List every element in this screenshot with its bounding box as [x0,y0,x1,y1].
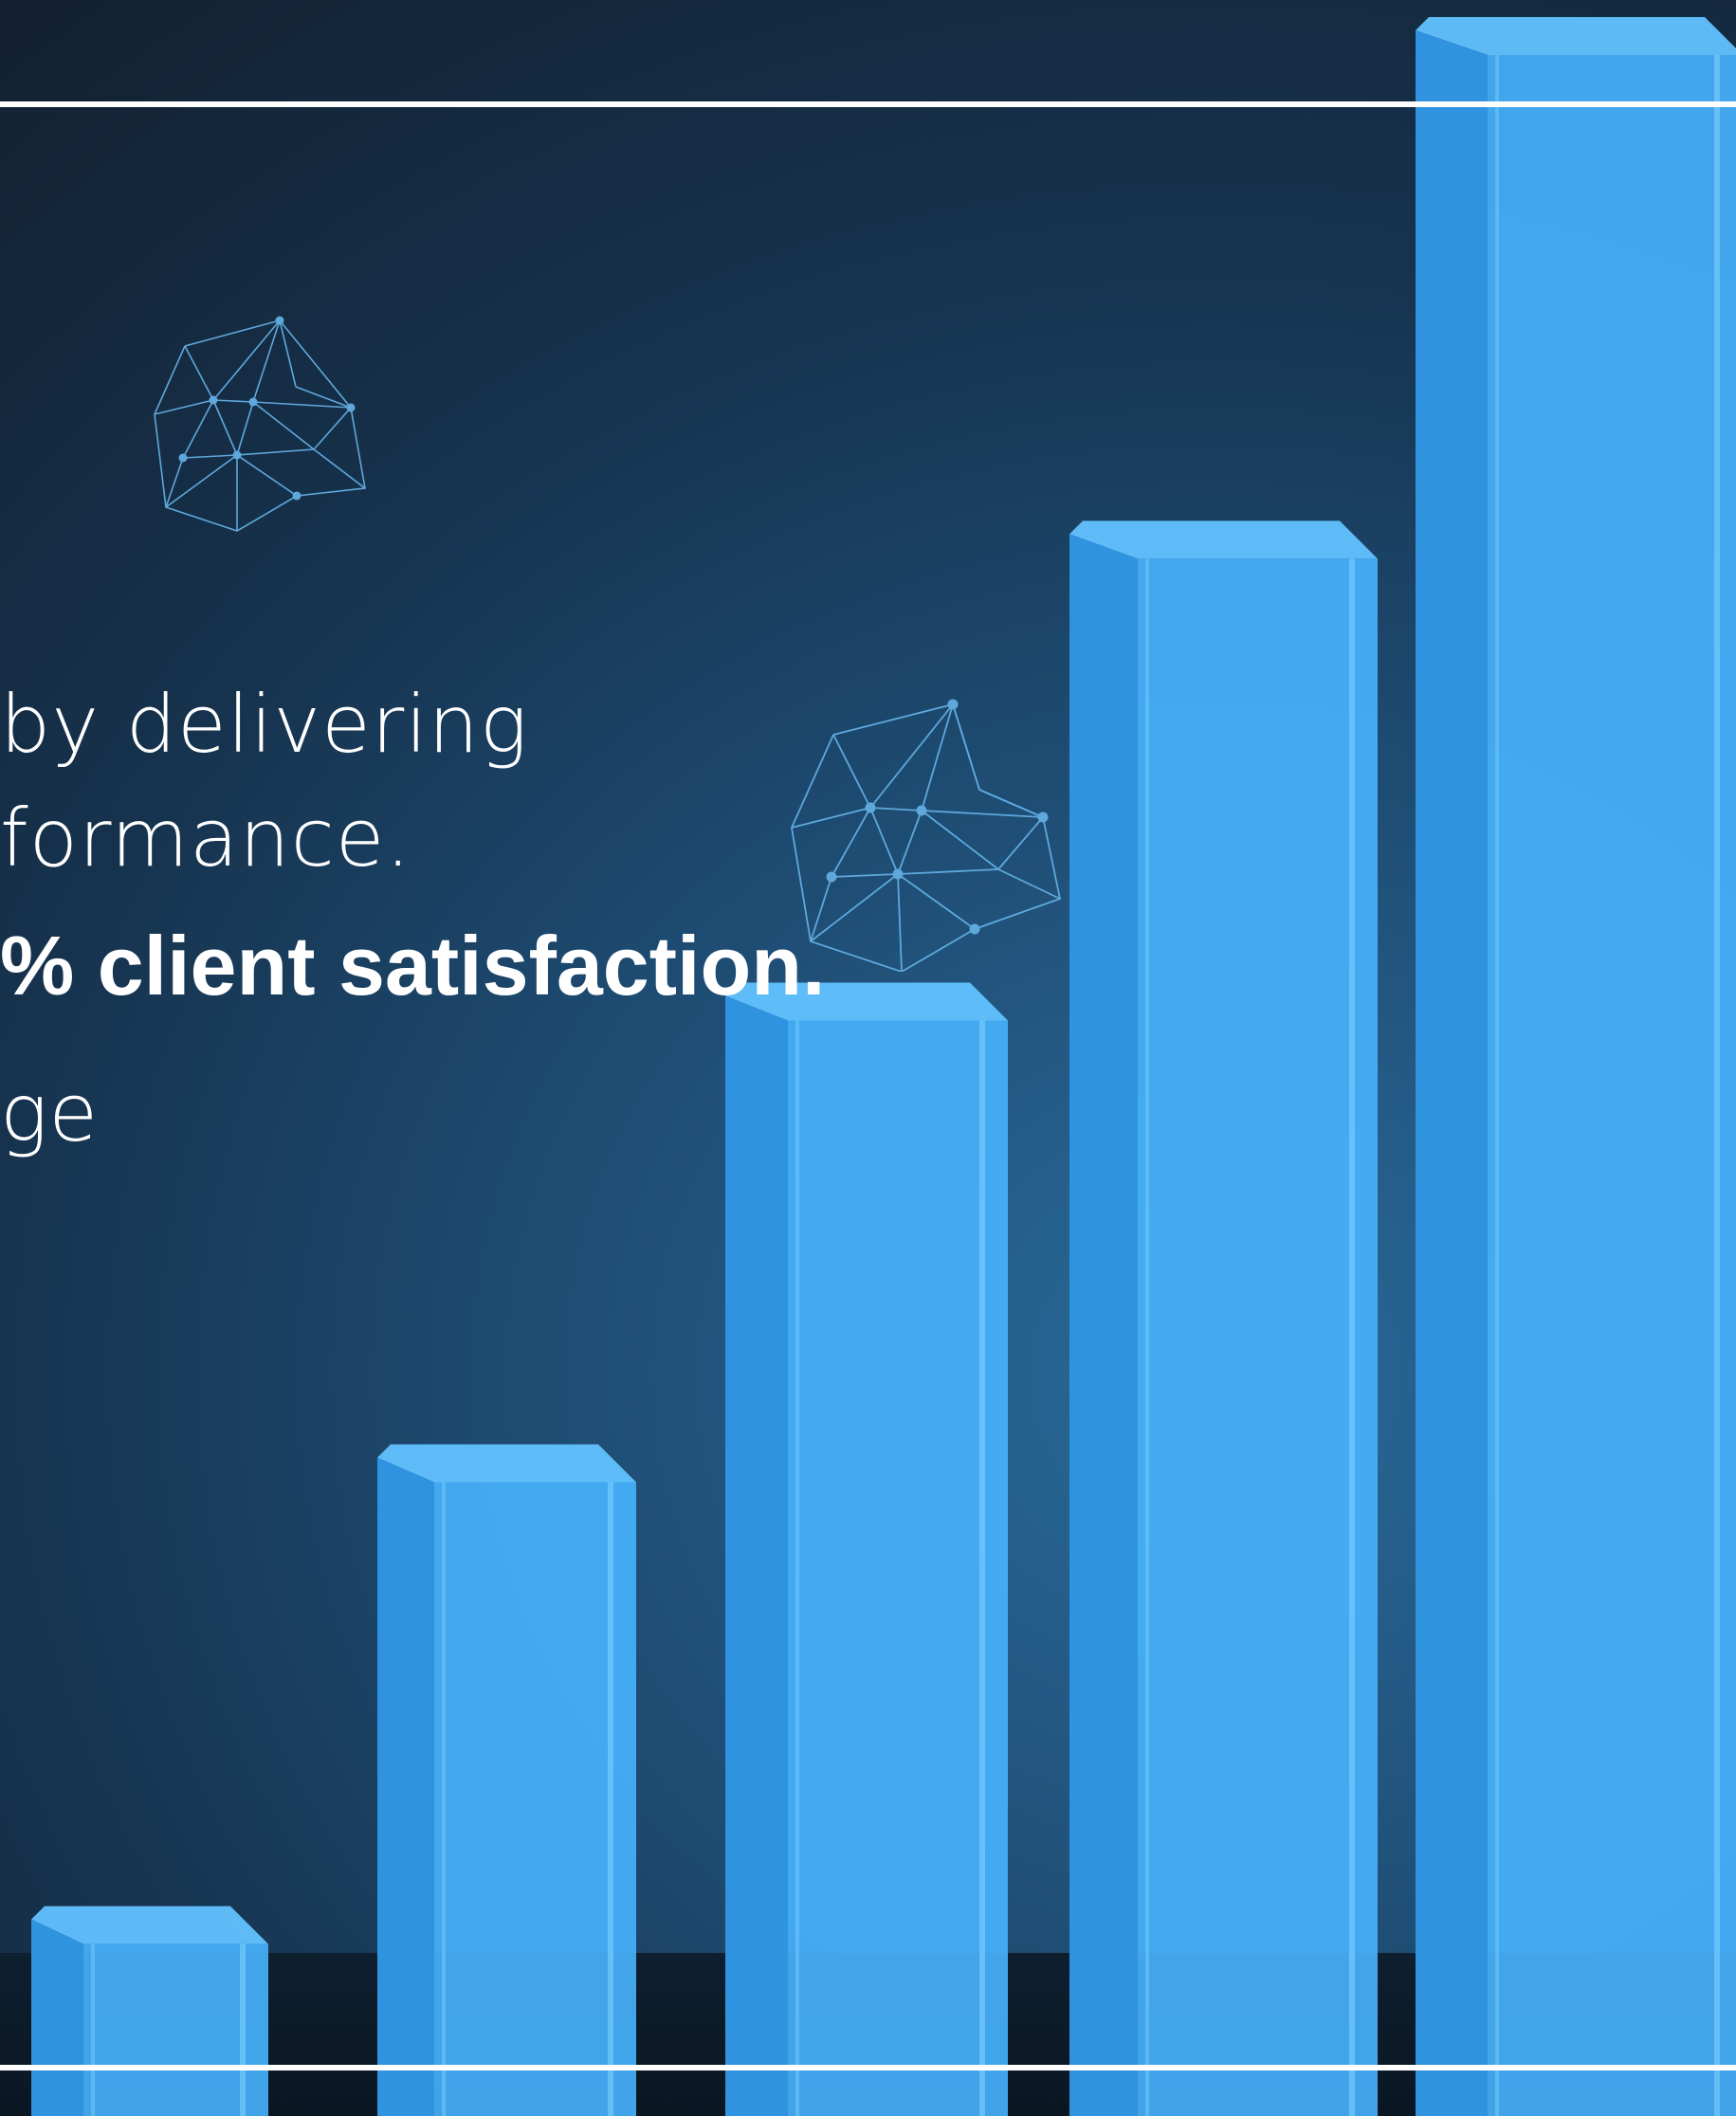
network-icon [154,316,366,532]
body-text-line-4: ge [0,1067,100,1159]
bar-2 [377,1444,636,2116]
bar-3 [725,982,1008,2116]
body-text-line-2: formance. [0,792,412,885]
highlight-text-line: % client satisfaction. [0,919,826,1012]
bottom-frame-line [0,2065,1736,2070]
bar-4 [1069,520,1378,2116]
bar-1 [31,1906,268,2116]
bar-5 [1416,17,1736,2116]
body-text-line-1: by delivering [0,678,529,771]
top-frame-line [0,101,1736,107]
